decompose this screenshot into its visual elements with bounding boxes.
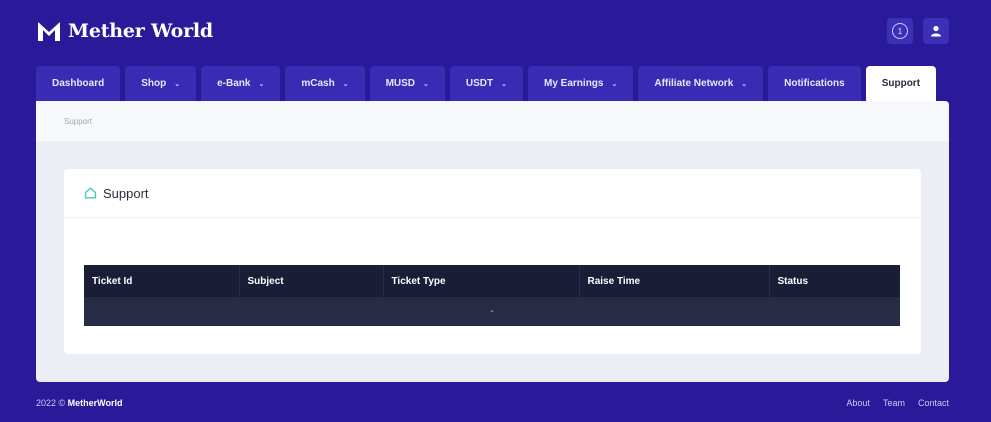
tab-label: Dashboard [52, 78, 105, 89]
chevron-down-icon: ⌄ [741, 80, 748, 88]
brand[interactable]: Mether World [36, 18, 213, 44]
tab-label: MUSD [385, 78, 416, 89]
tab-notifications[interactable]: Notifications [768, 66, 861, 101]
footer-links: About Team Contact [846, 398, 949, 408]
home-icon [84, 187, 97, 199]
top-actions: 1 [887, 18, 949, 44]
tab-label: My Earnings [544, 78, 604, 89]
footer-link-about[interactable]: About [846, 398, 870, 408]
footer-link-team[interactable]: Team [883, 398, 905, 408]
column-header-status[interactable]: Status [769, 265, 900, 297]
column-header-ticket-id[interactable]: Ticket Id [84, 265, 240, 297]
chevron-down-icon: ⌄ [423, 80, 429, 88]
column-header-raise-time[interactable]: Raise Time [579, 265, 770, 297]
tab-label: e-Bank [217, 78, 251, 89]
user-menu-button[interactable] [923, 18, 949, 44]
card-header: Support [64, 169, 921, 218]
tab-musd[interactable]: MUSD ⌄ [369, 66, 445, 101]
tab-label: Shop [141, 78, 167, 89]
circle-count-icon: 1 [892, 23, 908, 39]
user-icon [931, 25, 941, 37]
column-header-ticket-type[interactable]: Ticket Type [383, 265, 580, 297]
tab-label: USDT [465, 78, 494, 89]
tab-my-earnings[interactable]: My Earnings ⌄ [528, 66, 634, 101]
column-header-subject[interactable]: Subject [239, 265, 384, 297]
footer-brand-link[interactable]: MetherWorld [68, 398, 123, 408]
tab-affiliate-network[interactable]: Affiliate Network ⌄ [638, 66, 764, 101]
breadcrumb: Support [36, 101, 949, 141]
table-row: - [84, 297, 900, 326]
notifications-button[interactable]: 1 [887, 18, 913, 44]
tab-label: Notifications [784, 78, 845, 89]
tab-dashboard[interactable]: Dashboard [36, 66, 121, 101]
tab-label: mCash [301, 78, 335, 89]
mw-logo-icon [38, 22, 60, 41]
support-card: Support Ticket Id Subject Ticket Type Ra… [64, 169, 921, 354]
tab-label: Support [881, 78, 921, 89]
top-bar: Mether World 1 [36, 14, 949, 48]
tickets-table: Ticket Id Subject Ticket Type Raise Time… [84, 265, 900, 326]
tab-mcash[interactable]: mCash ⌄ [285, 66, 365, 101]
chevron-down-icon: ⌄ [174, 80, 181, 88]
brand-name: Mether World [68, 20, 213, 42]
chevron-down-icon: ⌄ [342, 80, 349, 88]
tab-label: Affiliate Network [654, 78, 734, 89]
footer: 2022 © MetherWorld About Team Contact [36, 398, 949, 408]
table-header-row: Ticket Id Subject Ticket Type Raise Time… [84, 265, 900, 297]
breadcrumb-current: Support [64, 116, 93, 126]
chevron-down-icon: ⌄ [611, 80, 618, 88]
main-content: Support Support Ticket Id Subject Ticket… [36, 101, 949, 382]
copyright-year: 2022 © [36, 398, 66, 408]
tab-usdt[interactable]: USDT ⌄ [449, 66, 524, 101]
chevron-down-icon: ⌄ [258, 80, 265, 88]
main-nav-tabs: Dashboard Shop ⌄ e-Bank ⌄ mCash ⌄ MUSD ⌄… [36, 66, 937, 101]
copyright: 2022 © MetherWorld [36, 398, 123, 408]
empty-table-cell: - [84, 297, 900, 326]
footer-link-contact[interactable]: Contact [918, 398, 949, 408]
tab-support[interactable]: Support [865, 66, 937, 101]
tab-shop[interactable]: Shop ⌄ [125, 66, 197, 101]
chevron-down-icon: ⌄ [501, 80, 508, 88]
tab-e-bank[interactable]: e-Bank ⌄ [201, 66, 281, 101]
card-title: Support [103, 185, 149, 201]
